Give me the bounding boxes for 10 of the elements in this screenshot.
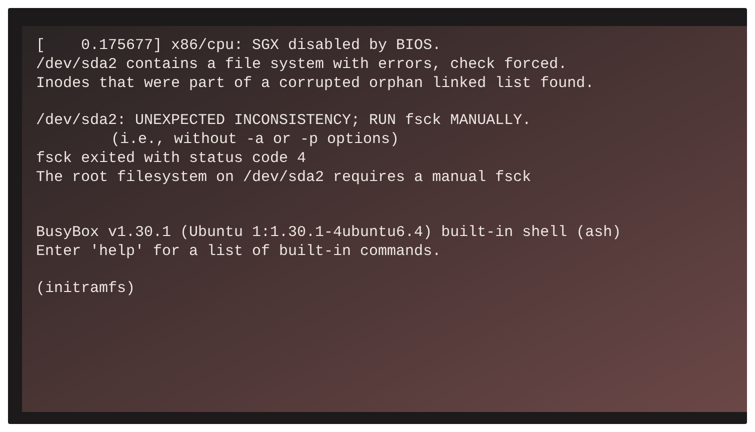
console-line: The root filesystem on /dev/sda2 requires a manual fsck [36,168,532,187]
console-line: (initramfs) [36,279,136,298]
console-line: BusyBox v1.30.1 (Ubuntu 1:1.30.1-4ubuntu6.4) built-in shell (ash) [36,223,622,242]
console-line: [ 0.175677] x86/cpu: SGX disabled by BIOS. [36,36,442,55]
console-line: (i.e., without -a or -p options) [111,130,400,149]
console-line: /dev/sda2: UNEXPECTED INCONSISTENCY; RUN fsck MANUALLY. [36,111,532,130]
console-line: /dev/sda2 contains a file system with errors, check forced. [36,55,568,74]
console-line: Enter 'help' for a list of built-in commands. [36,242,442,261]
console-line: Inodes that were part of a corrupted orphan linked list found. [36,74,594,93]
console-line: fsck exited with status code 4 [36,149,306,168]
